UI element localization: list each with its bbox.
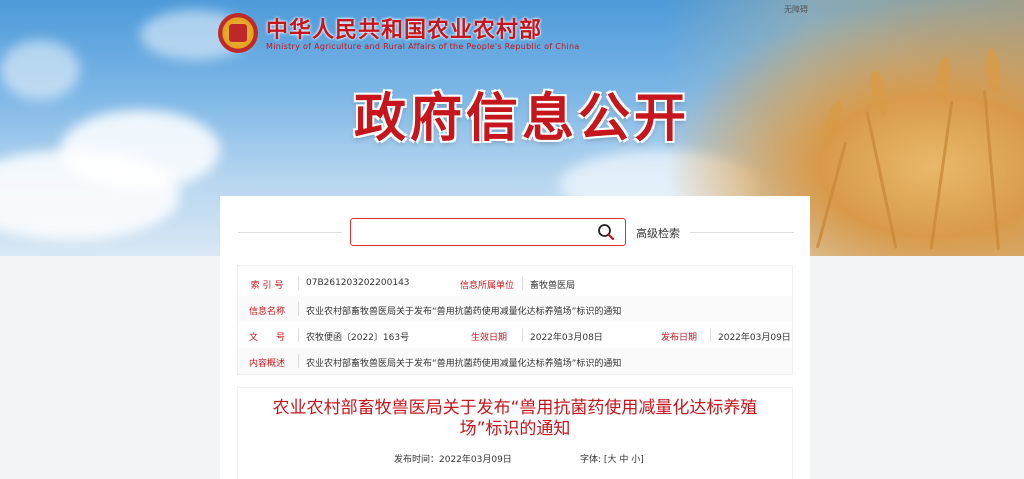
article-card: 农业农村部畜牧兽医局关于发布“兽用抗菌药使用减量化达标养殖场”标识的通知 发布时… — [238, 388, 792, 479]
effective-date-label: 生效日期 — [470, 333, 507, 343]
summary-label: 内容概述 — [248, 359, 285, 369]
info-metadata-table: 索 引 号 07B261203202200143 信息所属单位 畜牧兽医局 信息… — [238, 266, 792, 374]
font-size-control: 字体: [大 中 小] — [580, 452, 644, 465]
font-size-label: 字体: — [580, 455, 602, 465]
article-title: 农业农村部畜牧兽医局关于发布“兽用抗菌药使用减量化达标养殖场”标识的通知 — [272, 398, 758, 439]
effective-date-value: 2022年03月08日 — [530, 333, 603, 343]
info-row: 内容概述 农业农村部畜牧兽医局关于发布“兽用抗菌药使用减量化达标养殖场”标识的通… — [238, 348, 792, 374]
search-row: 高级检索 — [238, 218, 794, 248]
search-input[interactable] — [357, 222, 591, 242]
publish-date-value: 2022年03月09日 — [718, 333, 791, 343]
advanced-search-link[interactable]: 高级检索 — [636, 225, 680, 241]
national-emblem-logo[interactable] — [218, 13, 258, 53]
divider — [690, 232, 794, 233]
search-icon[interactable] — [597, 223, 615, 241]
divider — [522, 328, 523, 342]
publish-time: 发布时间：2022年03月09日 — [394, 455, 512, 465]
info-row: 索 引 号 07B261203202200143 信息所属单位 畜牧兽医局 — [238, 270, 792, 296]
divider — [238, 232, 342, 233]
index-value: 07B261203202200143 — [306, 278, 410, 288]
main-panel: 高级检索 索 引 号 07B261203202200143 信息所属单位 畜牧兽… — [220, 196, 810, 479]
unit-value: 畜牧兽医局 — [530, 281, 576, 291]
divider — [522, 276, 523, 290]
font-small-button[interactable]: 小 — [631, 455, 640, 465]
index-label: 索 引 号 — [250, 281, 284, 291]
doc-number-value: 农牧便函〔2022〕163号 — [306, 333, 410, 343]
search-box — [350, 218, 626, 246]
page-title: 政府信息公开 — [354, 89, 691, 149]
divider — [298, 276, 299, 290]
ministry-name-cn[interactable]: 中华人民共和国农业农村部 — [266, 12, 542, 44]
info-row: 文 号 农牧便函〔2022〕163号 生效日期 2022年03月08日 发布日期… — [238, 322, 792, 348]
font-medium-button[interactable]: 中 — [619, 455, 628, 465]
unit-label: 信息所属单位 — [459, 281, 514, 291]
ministry-name-en: Ministry of Agriculture and Rural Affair… — [266, 42, 580, 51]
divider — [298, 302, 299, 316]
font-large-button[interactable]: 大 — [607, 455, 616, 465]
summary-value: 农业农村部畜牧兽医局关于发布“兽用抗菌药使用减量化达标养殖场”标识的通知 — [306, 359, 622, 369]
divider — [710, 328, 711, 342]
name-label: 信息名称 — [248, 307, 285, 317]
info-row: 信息名称 农业农村部畜牧兽医局关于发布“兽用抗菌药使用减量化达标养殖场”标识的通… — [238, 296, 792, 322]
publish-date-label: 发布日期 — [660, 333, 697, 343]
cloud-decoration — [60, 110, 220, 190]
cloud-decoration — [0, 40, 80, 100]
divider — [298, 328, 299, 342]
divider — [298, 354, 299, 368]
font-bracket-close: ] — [640, 455, 644, 465]
accessibility-link[interactable]: 无障碍 — [784, 4, 808, 15]
name-value: 农业农村部畜牧兽医局关于发布“兽用抗菌药使用减量化达标养殖场”标识的通知 — [306, 307, 622, 317]
doc-number-label: 文 号 — [248, 333, 285, 343]
